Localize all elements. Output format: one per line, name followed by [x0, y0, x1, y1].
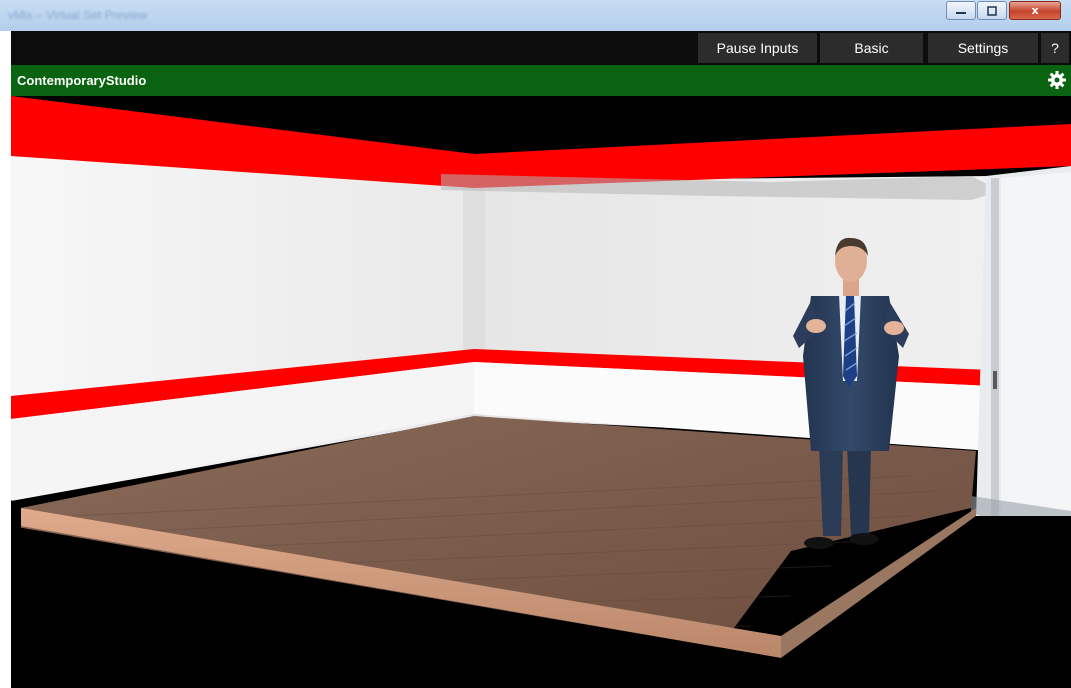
window-frame-edge — [0, 31, 11, 688]
scene-header: ContemporaryStudio — [11, 65, 1071, 96]
minimize-button[interactable] — [946, 1, 976, 20]
app-toolbar: Pause Inputs Basic Settings ? — [11, 31, 1071, 65]
settings-button[interactable]: Settings — [928, 33, 1038, 63]
window-title: vMix – Virtual Set Preview — [8, 8, 148, 22]
maximize-button[interactable] — [977, 1, 1007, 20]
minimize-icon — [956, 11, 966, 14]
studio-scene-image — [11, 96, 1071, 688]
help-button[interactable]: ? — [1041, 33, 1069, 63]
window-titlebar: vMix – Virtual Set Preview x — [0, 0, 1071, 31]
basic-button[interactable]: Basic — [820, 33, 923, 63]
preview-viewport[interactable] — [11, 96, 1071, 688]
pause-inputs-button[interactable]: Pause Inputs — [698, 33, 817, 63]
scene-title: ContemporaryStudio — [17, 73, 147, 88]
gear-icon[interactable] — [1047, 70, 1067, 90]
close-button[interactable]: x — [1009, 1, 1061, 20]
maximize-icon — [987, 5, 997, 16]
close-icon: x — [1031, 4, 1039, 17]
